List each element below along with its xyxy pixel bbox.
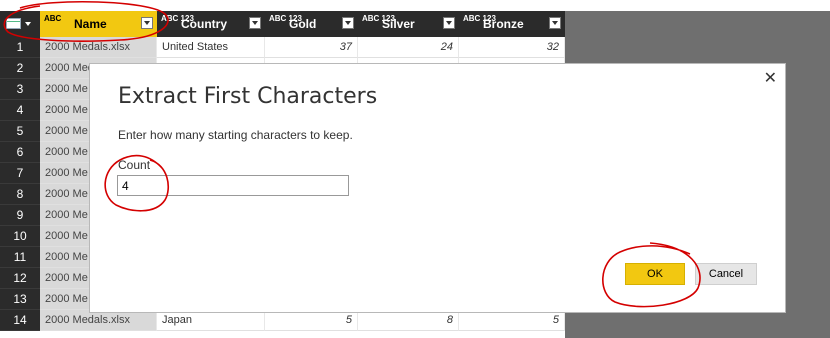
close-icon[interactable]: ✕	[764, 68, 777, 88]
row-number[interactable]: 14	[0, 310, 40, 331]
table-cell-gold[interactable]: 5	[265, 310, 358, 331]
column-header-label: Silver	[382, 17, 415, 31]
column-header-label: Name	[74, 17, 107, 31]
table-cell-silver[interactable]: 24	[358, 37, 459, 58]
table-cell-bronze[interactable]: 32	[459, 37, 565, 58]
column-filter-dropdown[interactable]	[249, 17, 261, 29]
column-filter-dropdown[interactable]	[141, 17, 153, 29]
row-number[interactable]: 5	[0, 121, 40, 142]
table-menu-button[interactable]	[0, 11, 40, 37]
row-number[interactable]: 4	[0, 100, 40, 121]
column-header-label: Bronze	[483, 17, 524, 31]
column-header-bronze[interactable]: ABC 123 Bronze	[459, 11, 565, 37]
row-number[interactable]: 13	[0, 289, 40, 310]
row-number[interactable]: 9	[0, 205, 40, 226]
table-cell-name[interactable]: 2000 Medals.xlsx	[40, 37, 157, 58]
chevron-down-icon	[25, 22, 31, 26]
cancel-button[interactable]: Cancel	[695, 263, 757, 285]
row-number[interactable]: 8	[0, 184, 40, 205]
column-header-label: Gold	[289, 17, 317, 31]
table-icon	[6, 18, 21, 29]
extract-dialog: ✕ Extract First Characters Enter how man…	[89, 63, 786, 313]
column-header-label: Country	[181, 17, 227, 31]
text-type-icon: ABC	[44, 14, 62, 23]
column-header-gold[interactable]: ABC 123 Gold	[265, 11, 358, 37]
table-cell-gold[interactable]: 37	[265, 37, 358, 58]
dialog-description: Enter how many starting characters to ke…	[118, 128, 353, 142]
row-number[interactable]: 3	[0, 79, 40, 100]
toolbar-strip	[0, 0, 830, 11]
dialog-title: Extract First Characters	[118, 84, 378, 109]
row-number[interactable]: 6	[0, 142, 40, 163]
column-header-country[interactable]: ABC 123 Country	[157, 11, 265, 37]
row-number[interactable]: 1	[0, 37, 40, 58]
ok-button[interactable]: OK	[625, 263, 685, 285]
count-input[interactable]	[117, 175, 349, 196]
row-number[interactable]: 7	[0, 163, 40, 184]
column-filter-dropdown[interactable]	[443, 17, 455, 29]
row-number[interactable]: 2	[0, 58, 40, 79]
row-number[interactable]: 12	[0, 268, 40, 289]
table-cell-country[interactable]: United States	[157, 37, 265, 58]
column-header-name[interactable]: ABC Name	[40, 11, 157, 37]
column-filter-dropdown[interactable]	[549, 17, 561, 29]
column-header-silver[interactable]: ABC 123 Silver	[358, 11, 459, 37]
table-cell-bronze[interactable]: 5	[459, 310, 565, 331]
table-cell-name[interactable]: 2000 Medals.xlsx	[40, 310, 157, 331]
row-number[interactable]: 10	[0, 226, 40, 247]
column-filter-dropdown[interactable]	[342, 17, 354, 29]
count-label: Count	[118, 158, 151, 172]
table-cell-silver[interactable]: 8	[358, 310, 459, 331]
row-number[interactable]: 11	[0, 247, 40, 268]
table-cell-country[interactable]: Japan	[157, 310, 265, 331]
